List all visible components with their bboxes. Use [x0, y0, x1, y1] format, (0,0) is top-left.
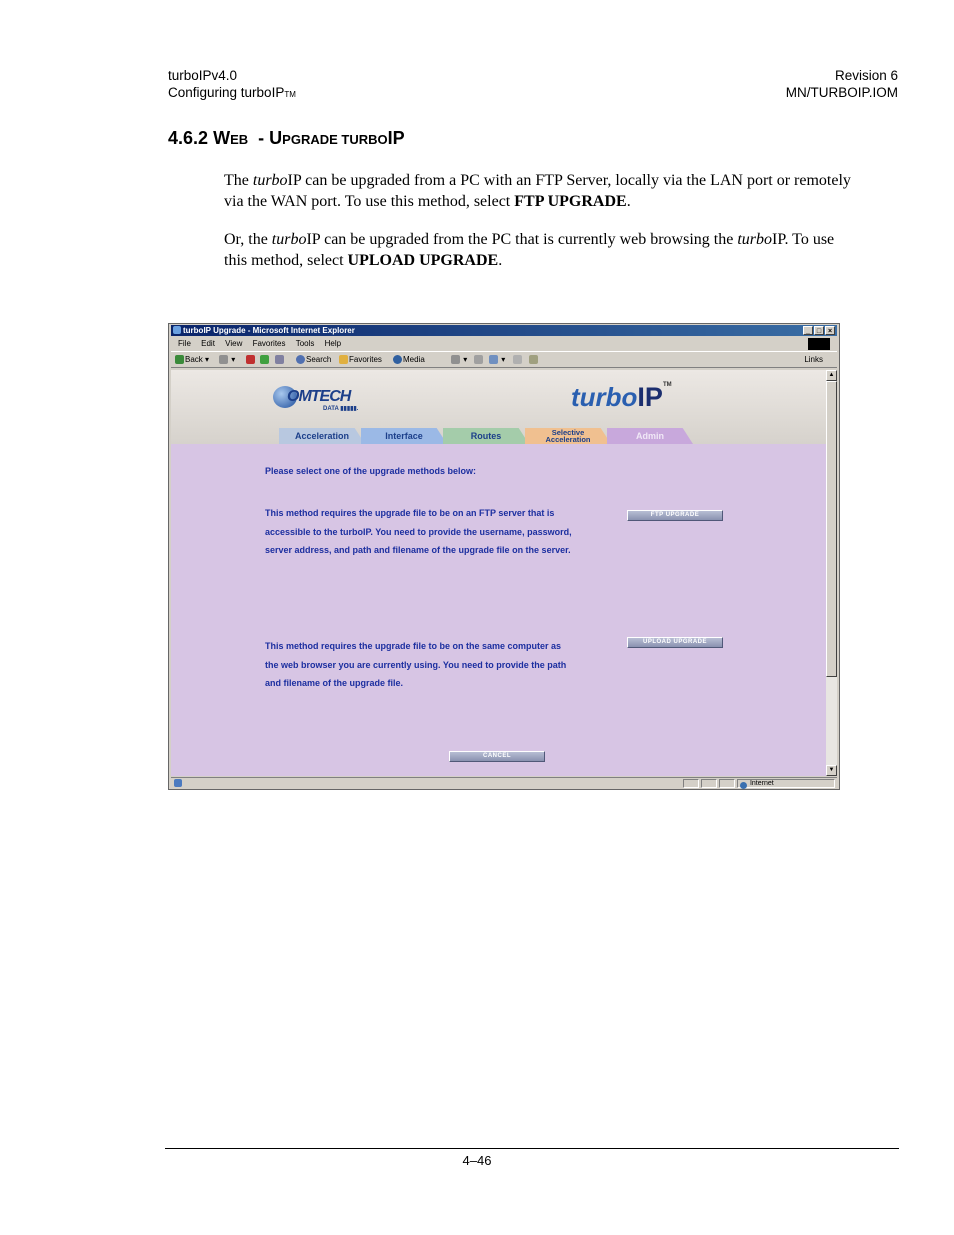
favorites-button[interactable]: Favorites — [339, 352, 382, 367]
back-arrow-icon — [175, 355, 184, 365]
links-button[interactable]: Links — [804, 352, 823, 367]
mail-icon — [474, 355, 483, 365]
internet-zone-icon — [740, 781, 747, 789]
history-icon — [451, 355, 460, 365]
maximize-button[interactable]: □ — [814, 326, 824, 335]
discuss-button[interactable] — [529, 352, 539, 367]
tab-interface[interactable]: Interface — [361, 428, 447, 444]
tab-bar: Acceleration Interface Routes Selective A… — [171, 428, 826, 444]
menu-file[interactable]: File — [178, 339, 191, 348]
header-product: turboIPv4.0 — [168, 68, 238, 83]
stop-button[interactable] — [246, 352, 256, 367]
scroll-down-button[interactable]: ▼ — [826, 765, 837, 776]
tab-selective-acceleration[interactable]: Selective Acceleration — [525, 428, 611, 444]
scroll-thumb[interactable] — [826, 381, 837, 677]
forward-button[interactable]: ▾ — [219, 352, 235, 367]
menu-tools[interactable]: Tools — [296, 339, 315, 348]
menu-favorites[interactable]: Favorites — [253, 339, 286, 348]
refresh-icon — [260, 355, 269, 365]
turboip-logo: turboIPTM — [571, 382, 672, 412]
page-viewport: OMTECH DATA ▮▮▮▮▮. turboIPTM Acceleratio… — [171, 370, 826, 776]
tab-routes[interactable]: Routes — [443, 428, 529, 444]
page-status-icon — [174, 779, 182, 787]
window-title: turboIP Upgrade - Microsoft Internet Exp… — [183, 326, 355, 335]
status-bar: Internet — [171, 777, 837, 789]
ie-icon — [173, 326, 181, 334]
stop-icon — [246, 355, 255, 365]
tab-acceleration[interactable]: Acceleration — [279, 428, 365, 444]
ftp-upgrade-button[interactable]: FTP UPGRADE — [627, 510, 723, 521]
ftp-description: This method requires the upgrade file to… — [265, 508, 572, 555]
home-icon — [275, 355, 284, 365]
close-button[interactable]: × — [825, 326, 835, 335]
header-right: Revision 6 MN/TURBOIP.IOM — [786, 67, 898, 101]
home-button[interactable] — [275, 352, 285, 367]
browser-window: turboIP Upgrade - Microsoft Internet Exp… — [168, 323, 840, 790]
refresh-button[interactable] — [260, 352, 270, 367]
paragraph-upload: Or, the turboIP can be upgraded from the… — [224, 231, 835, 269]
history-button[interactable]: ▾ — [451, 352, 467, 367]
mail-button[interactable] — [474, 352, 484, 367]
vertical-scrollbar[interactable]: ▲ ▼ — [826, 370, 837, 776]
paragraph-ftp: The turboIP can be upgraded from a PC wi… — [224, 172, 851, 210]
header-chapter: Configuring turboIPTM — [168, 85, 296, 100]
zone-label: Internet — [749, 780, 774, 787]
upload-description: This method requires the upgrade file to… — [265, 641, 567, 688]
zone-panel: Internet — [737, 779, 835, 789]
header-revision: Revision 6 — [834, 68, 898, 83]
cancel-button[interactable]: CANCEL — [449, 751, 545, 762]
windows-logo-icon — [808, 338, 830, 350]
menu-edit[interactable]: Edit — [201, 339, 215, 348]
menu-help[interactable]: Help — [325, 339, 341, 348]
forward-arrow-icon — [219, 355, 228, 365]
title-bar: turboIP Upgrade - Microsoft Internet Exp… — [171, 325, 837, 336]
minimize-button[interactable]: _ — [803, 326, 813, 335]
upgrade-prompt: Please select one of the upgrade methods… — [265, 466, 477, 476]
media-icon — [393, 355, 402, 365]
section-title: 4.6.2 WEB - UPGRADE TURBOIP — [168, 128, 405, 148]
favorites-icon — [339, 355, 348, 365]
back-button[interactable]: Back ▾ — [175, 352, 209, 367]
scroll-up-button[interactable]: ▲ — [826, 370, 837, 381]
edit-icon — [513, 355, 522, 365]
search-icon — [296, 355, 305, 365]
search-button[interactable]: Search — [296, 352, 331, 367]
print-icon — [489, 355, 498, 365]
toolbar: Back ▾ ▾ Search Favorites Media ▾ ▾ Link… — [171, 352, 837, 368]
upload-upgrade-button[interactable]: UPLOAD UPGRADE — [627, 637, 723, 648]
menu-view[interactable]: View — [225, 339, 242, 348]
trademark: TM — [284, 90, 296, 99]
footer-rule — [165, 1148, 899, 1149]
media-button[interactable]: Media — [393, 352, 425, 367]
discuss-icon — [529, 355, 538, 365]
header-left: turboIPv4.0 Configuring turboIPTM — [168, 67, 296, 101]
edit-button[interactable] — [513, 352, 523, 367]
tab-admin[interactable]: Admin — [607, 428, 693, 444]
print-button[interactable]: ▾ — [489, 352, 505, 367]
header-doc-id: MN/TURBOIP.IOM — [785, 85, 898, 100]
page-number: 4–46 — [462, 1153, 492, 1168]
menu-bar: File Edit View Favorites Tools Help — [171, 337, 837, 352]
